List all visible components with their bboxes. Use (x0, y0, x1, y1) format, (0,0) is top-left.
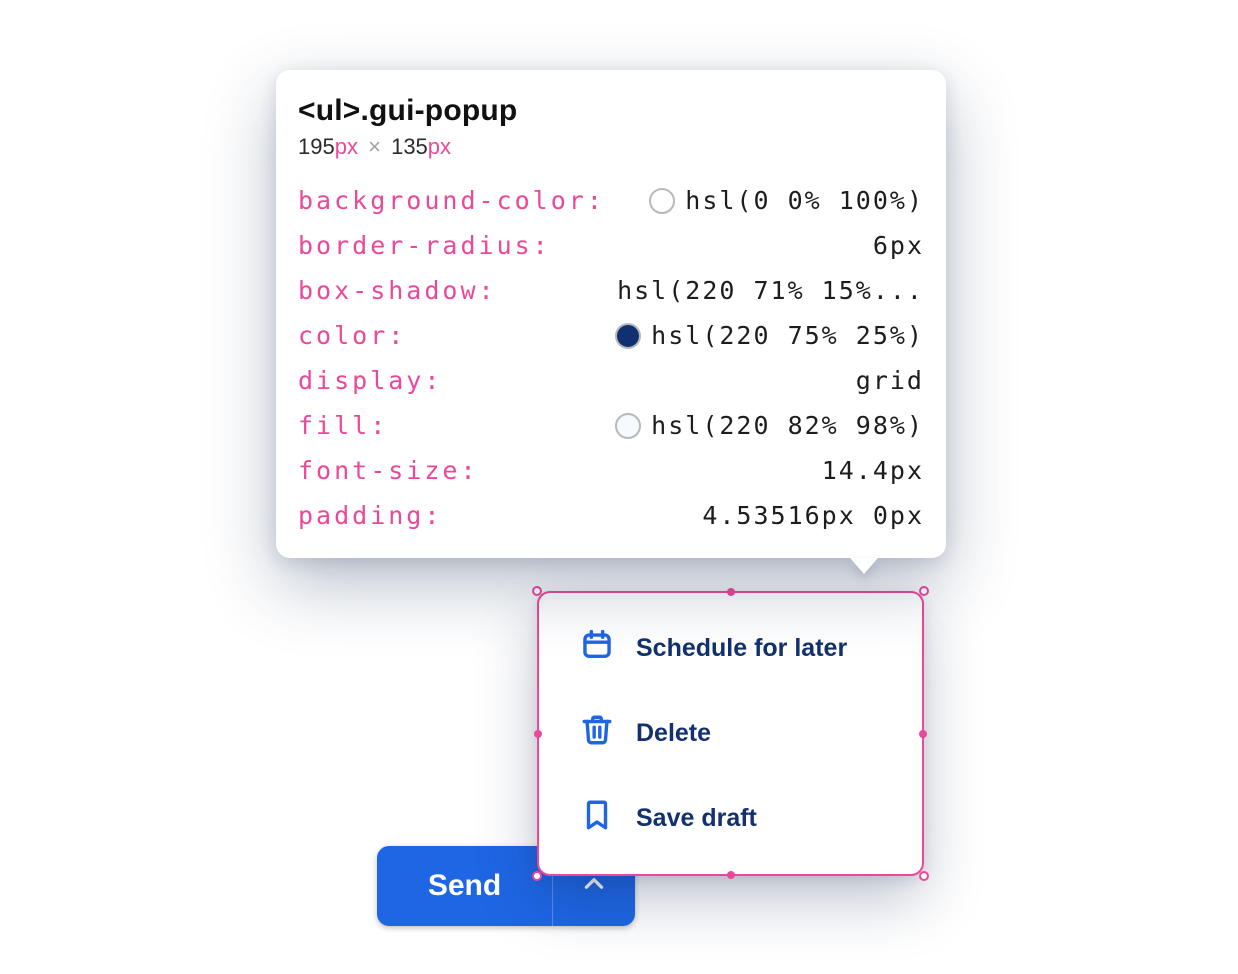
popup-item-save-draft[interactable]: Save draft (538, 776, 923, 861)
css-prop-value: 6px (873, 231, 924, 260)
css-row: color hsl(220 75% 25%) (294, 313, 928, 358)
popup-item-label: Delete (636, 719, 711, 748)
inspect-selector-class: .gui-popup (361, 94, 518, 127)
send-button[interactable]: Send (377, 846, 553, 926)
color-swatch-icon (615, 413, 641, 439)
inspect-dimensions: 195px × 135px (294, 132, 928, 178)
css-row: border-radius 6px (294, 223, 928, 268)
css-prop-value: grid (856, 366, 924, 395)
calendar-icon (580, 628, 614, 669)
selection-handle-icon (919, 871, 929, 881)
selection-handle-icon (532, 871, 542, 881)
css-row: fill hsl(220 82% 98%) (294, 403, 928, 448)
inspect-selector-tag: <ul> (298, 94, 361, 127)
css-row: padding 4.53516px 0px (294, 493, 928, 538)
css-row: box-shadow hsl(220 71% 15%... (294, 268, 928, 313)
bookmark-icon (580, 798, 614, 839)
popup-item-label: Save draft (636, 804, 757, 833)
popup-item-label: Schedule for later (636, 634, 847, 663)
popup-item-delete[interactable]: Delete (538, 691, 923, 776)
selection-handle-icon (919, 586, 929, 596)
css-prop-value: hsl(220 82% 98%) (615, 411, 924, 440)
css-prop-value: hsl(220 71% 15%... (617, 276, 924, 305)
css-row: background-color hsl(0 0% 100%) (294, 178, 928, 223)
css-prop-value: hsl(0 0% 100%) (649, 186, 924, 215)
css-prop-name: color (298, 321, 406, 350)
css-prop-name: font-size (298, 456, 479, 485)
color-swatch-icon (649, 188, 675, 214)
selection-handle-icon (532, 586, 542, 596)
css-prop-name: background-color (298, 186, 605, 215)
dim-unit: px (428, 134, 451, 159)
css-prop-value: 4.53516px 0px (702, 501, 924, 530)
dim-unit: px (335, 134, 358, 159)
css-prop-name: display (298, 366, 442, 395)
devtools-inspect-tooltip: <ul>.gui-popup 195px × 135px background-… (276, 70, 946, 558)
css-properties-list: background-color hsl(0 0% 100%) border-r… (294, 178, 928, 538)
gui-popup: Schedule for later Delete Save draft (538, 592, 923, 875)
dim-separator: × (364, 134, 385, 159)
css-prop-name: padding (298, 501, 442, 530)
inspect-selector: <ul>.gui-popup (294, 94, 928, 132)
dim-height: 135 (391, 134, 428, 159)
trash-icon (580, 713, 614, 754)
popup-item-schedule[interactable]: Schedule for later (538, 606, 923, 691)
css-prop-name: box-shadow (298, 276, 497, 305)
css-row: font-size 14.4px (294, 448, 928, 493)
dim-width: 195 (298, 134, 335, 159)
chevron-up-icon (581, 871, 607, 902)
selection-handle-icon (727, 871, 735, 879)
css-prop-value: hsl(220 75% 25%) (615, 321, 924, 350)
send-button-label: Send (428, 869, 501, 903)
selection-handle-icon (727, 588, 735, 596)
css-prop-name: fill (298, 411, 388, 440)
css-prop-name: border-radius (298, 231, 551, 260)
color-swatch-icon (615, 323, 641, 349)
selection-handle-icon (534, 730, 542, 738)
selection-handle-icon (919, 730, 927, 738)
css-row: display grid (294, 358, 928, 403)
css-prop-value: 14.4px (822, 456, 924, 485)
